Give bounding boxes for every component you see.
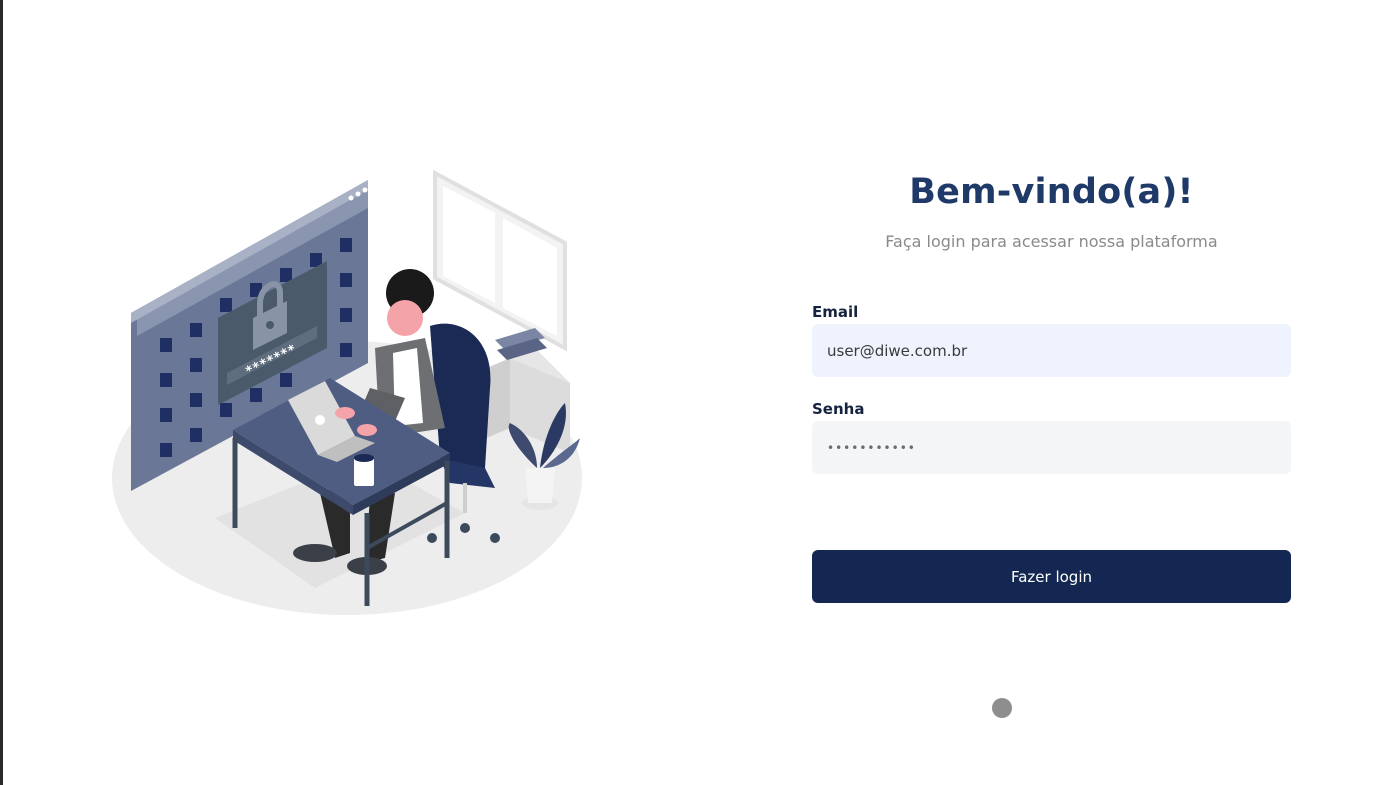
page-title: Bem-vindo(a)!: [909, 172, 1194, 212]
email-field[interactable]: [812, 324, 1291, 377]
login-button[interactable]: Fazer login: [812, 550, 1291, 603]
password-field[interactable]: [812, 421, 1291, 474]
cursor-indicator: [992, 698, 1012, 718]
password-label: Senha: [812, 400, 865, 418]
email-label: Email: [812, 303, 859, 321]
login-illustration: *******: [105, 168, 585, 618]
window-edge: [0, 0, 3, 785]
page-subtitle: Faça login para acessar nossa plataforma: [885, 232, 1218, 251]
login-panel: Bem-vindo(a)! Faça login para acessar no…: [812, 170, 1291, 603]
